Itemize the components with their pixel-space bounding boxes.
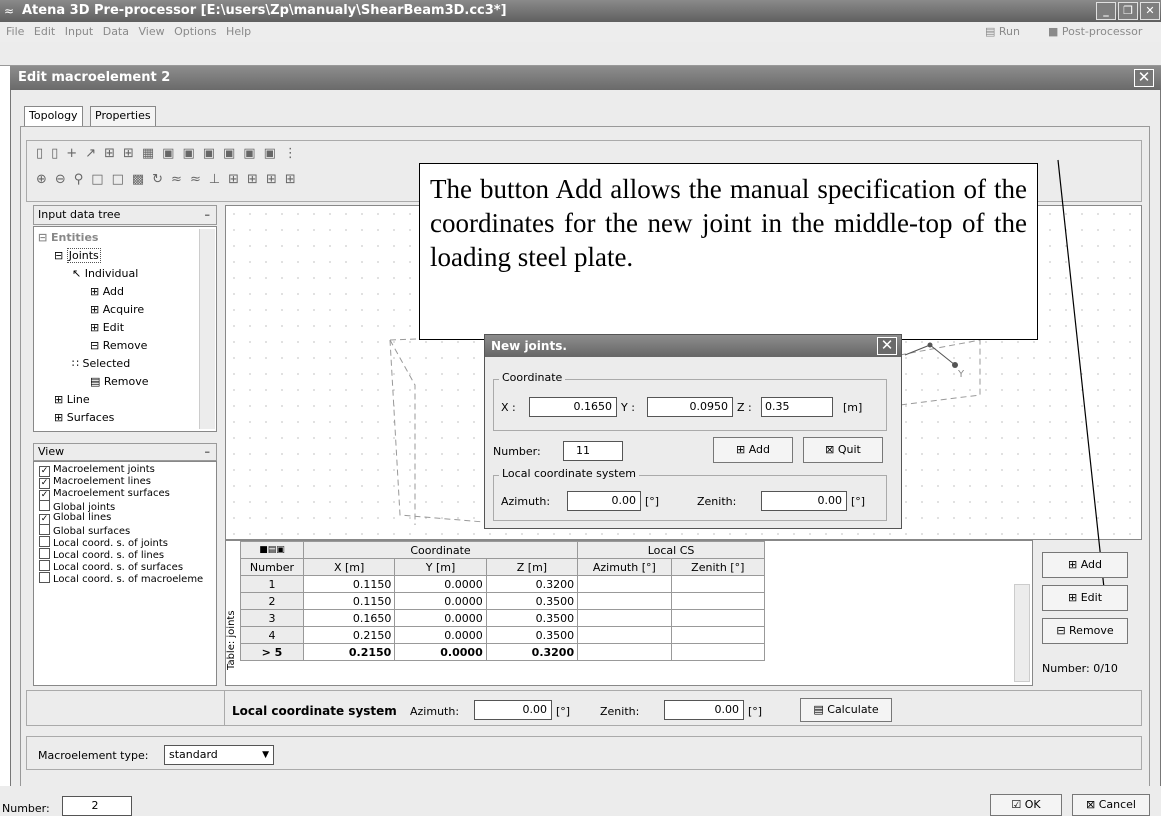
zenith-unit: [°]: [851, 495, 866, 508]
table-row[interactable]: 2 0.1150 0.0000 0.3500: [240, 592, 766, 610]
table-row[interactable]: 4 0.2150 0.0000 0.3500: [240, 626, 766, 644]
coordinate-group-label: Coordinate: [499, 371, 566, 384]
col-x[interactable]: X [m]: [302, 558, 396, 576]
col-z[interactable]: Z [m]: [485, 558, 579, 576]
azimuth-label: Azimuth:: [501, 495, 551, 508]
remove-icon: ⊟: [1056, 624, 1066, 637]
zenith-label: Zenith:: [697, 495, 737, 508]
add-icon: ⊞: [735, 443, 746, 456]
new-joint-quit-button[interactable]: ⊠ Quit: [803, 437, 883, 463]
lcs-azimuth-label: Azimuth:: [410, 705, 460, 718]
calculator-icon: ▤: [813, 703, 824, 716]
z-label: Z :: [737, 401, 752, 414]
number-label: Number:: [493, 445, 541, 458]
side-edit-button[interactable]: ⊞ Edit: [1042, 585, 1128, 611]
y-label: Y :: [621, 401, 635, 414]
ok-button[interactable]: ☑ OK: [990, 794, 1062, 816]
new-joints-dialog: New joints. ✕ Coordinate X : 0.1650 Y : …: [484, 334, 902, 529]
side-add-button[interactable]: ⊞ Add: [1042, 552, 1128, 578]
footer-number-label: Number:: [2, 802, 50, 815]
col-y[interactable]: Y [m]: [394, 558, 487, 576]
table-tool-icons[interactable]: ■▤▣: [240, 541, 304, 559]
x-label: X :: [501, 401, 516, 414]
ok-icon: ☑: [1011, 798, 1022, 811]
local-cs-header: Local CS: [577, 541, 765, 559]
azimuth-unit: [°]: [645, 495, 660, 508]
calculate-button[interactable]: ▤ Calculate: [800, 698, 892, 722]
new-joint-add-button[interactable]: ⊞ Add: [713, 437, 793, 463]
new-joints-close-icon[interactable]: ✕: [877, 337, 897, 355]
col-azimuth[interactable]: Azimuth [°]: [577, 558, 672, 576]
new-joints-title: New joints.: [485, 335, 901, 357]
table-row[interactable]: 1 0.1150 0.0000 0.3200: [240, 575, 766, 593]
table-row[interactable]: 3 0.1650 0.0000 0.3500: [240, 609, 766, 627]
lcs-bar-label: Local coordinate system: [232, 704, 397, 718]
lcs-zenith-label: Zenith:: [600, 705, 640, 718]
number-input[interactable]: 11: [563, 441, 623, 461]
quit-icon: ⊠: [825, 443, 835, 456]
coordinate-header: Coordinate: [302, 541, 579, 559]
cancel-icon: ⊠: [1086, 798, 1096, 811]
macro-type-select[interactable]: standard ▼: [164, 745, 274, 765]
chevron-down-icon: ▼: [262, 750, 269, 760]
table-scrollbar[interactable]: [1014, 584, 1030, 682]
zenith-input[interactable]: 0.00: [761, 491, 847, 511]
side-remove-button[interactable]: ⊟ Remove: [1042, 618, 1128, 644]
side-number-count: Number: 0/10: [1042, 662, 1118, 675]
macro-type-label: Macroelement type:: [38, 749, 149, 762]
table-side-label: Table: joints: [226, 610, 237, 670]
col-zenith[interactable]: Zenith [°]: [670, 558, 766, 576]
footer-number-input[interactable]: 2: [62, 796, 132, 816]
cancel-button[interactable]: ⊠ Cancel: [1072, 794, 1150, 816]
lcs-zenith-unit: [°]: [748, 705, 763, 718]
y-input[interactable]: 0.0950: [647, 397, 733, 417]
x-input[interactable]: 0.1650: [529, 397, 617, 417]
lcs-azimuth-input[interactable]: 0.00: [474, 700, 552, 720]
z-input[interactable]: 0.35: [761, 397, 833, 417]
coord-unit: [m]: [843, 401, 863, 414]
azimuth-input[interactable]: 0.00: [567, 491, 641, 511]
add-icon: ⊞: [1067, 558, 1078, 571]
lcs-group-label: Local coordinate system: [499, 467, 639, 480]
lcs-zenith-input[interactable]: 0.00: [664, 700, 744, 720]
joints-table: ■▤▣ Coordinate Local CS Number X [m] Y […: [240, 541, 766, 661]
table-row-selected[interactable]: > 5 0.2150 0.0000 0.3200: [240, 643, 766, 661]
lcs-azimuth-unit: [°]: [556, 705, 571, 718]
col-number[interactable]: Number: [240, 558, 304, 576]
edit-icon: ⊞: [1067, 591, 1078, 604]
